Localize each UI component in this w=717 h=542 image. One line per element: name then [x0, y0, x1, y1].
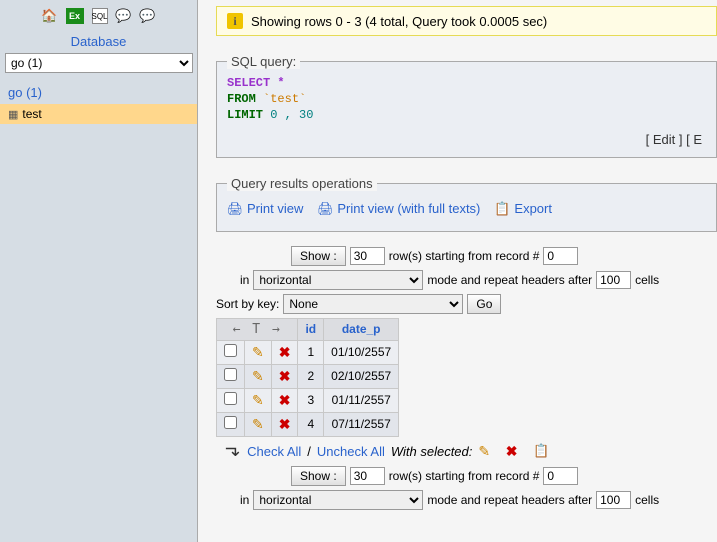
show-button-bottom[interactable]: Show : [291, 466, 346, 486]
arrow-up-icon: ↳ [223, 444, 244, 459]
row-checkbox[interactable] [224, 368, 237, 381]
col-date[interactable]: date_p [324, 318, 399, 340]
main-content: i Showing rows 0 - 3 (4 total, Query too… [198, 0, 717, 542]
row-checkbox[interactable] [224, 416, 237, 429]
with-selected-label: With selected: [391, 444, 473, 459]
start-record-input-bottom[interactable] [543, 467, 578, 485]
mode-select-bottom[interactable]: horizontal [253, 490, 423, 510]
delete-row-icon[interactable]: ✖ [279, 392, 291, 408]
row-checkbox[interactable] [224, 392, 237, 405]
cell-id: 4 [298, 412, 324, 436]
cell-id: 2 [298, 364, 324, 388]
controls-bottom: Show : row(s) starting from record # in … [216, 466, 717, 510]
sql-query-box: SQL query: SELECT * FROM `test` LIMIT 0 … [216, 54, 717, 158]
cell-date: 01/10/2557 [324, 340, 399, 364]
cell-date: 02/10/2557 [324, 364, 399, 388]
query-icon[interactable]: 💬 [116, 8, 132, 24]
ops-legend: Query results operations [227, 176, 377, 191]
info-icon: i [227, 13, 243, 29]
notice-text: Showing rows 0 - 3 (4 total, Query took … [251, 14, 547, 29]
database-select[interactable]: go (1) [5, 53, 193, 73]
sql-icon[interactable]: SQL [92, 8, 108, 24]
print-icon: 🖨 [227, 201, 243, 217]
sidebar: 🏠 Ex SQL 💬 💬 Database go (1) go (1) ▦ te… [0, 0, 198, 542]
delete-selected-icon[interactable]: ✖ [506, 443, 518, 460]
sql-text: SELECT * FROM `test` LIMIT 0 , 30 [227, 75, 706, 124]
repeat-input[interactable] [596, 271, 631, 289]
table-row: ✎ ✖ 301/11/2557 [217, 388, 399, 412]
query-ops-box: Query results operations 🖨 Print view 🖨 … [216, 176, 717, 232]
start-record-input[interactable] [543, 247, 578, 265]
uncheck-all-link[interactable]: Uncheck All [317, 444, 385, 459]
sort-select[interactable]: None [283, 294, 463, 314]
rows-label: row(s) starting from record # [389, 249, 540, 263]
table-row: ✎ ✖ 407/11/2557 [217, 412, 399, 436]
delete-row-icon[interactable]: ✖ [279, 416, 291, 432]
sql-legend: SQL query: [227, 54, 300, 69]
database-label: Database [0, 32, 197, 51]
cell-date: 07/11/2557 [324, 412, 399, 436]
edit-link[interactable]: Edit [653, 132, 675, 147]
row-checkbox[interactable] [224, 344, 237, 357]
show-rows-input[interactable] [350, 247, 385, 265]
print-view-link[interactable]: 🖨 Print view [227, 201, 303, 217]
edit-row: [ Edit ] [ E [227, 124, 706, 147]
query-sql-icon[interactable]: 💬 [140, 8, 156, 24]
export-link[interactable]: 📋 Export [494, 201, 552, 217]
export-selected-icon[interactable]: 📋 [533, 443, 549, 459]
show-button[interactable]: Show : [291, 246, 346, 266]
database-link[interactable]: go (1) [0, 81, 197, 104]
home-icon[interactable]: 🏠 [42, 8, 58, 24]
repeat-label: mode and repeat headers after [427, 273, 592, 287]
edit-selected-icon[interactable]: ✎ [478, 443, 490, 460]
edit-row-icon[interactable]: ✎ [252, 392, 264, 408]
table-icon: ▦ [8, 108, 18, 121]
check-row: ↳ Check All / Uncheck All With selected:… [216, 437, 717, 466]
notice-bar: i Showing rows 0 - 3 (4 total, Query too… [216, 6, 717, 36]
cell-id: 1 [298, 340, 324, 364]
repeat-input-bottom[interactable] [596, 491, 631, 509]
table-row: ✎ ✖ 101/10/2557 [217, 340, 399, 364]
col-id[interactable]: id [298, 318, 324, 340]
sort-label: Sort by key: [216, 297, 279, 311]
results-table: ← T → id date_p ✎ ✖ 101/10/2557 ✎ ✖ 202/10/25… [216, 318, 399, 437]
delete-row-icon[interactable]: ✖ [279, 344, 291, 360]
go-button[interactable]: Go [467, 294, 501, 314]
edit-row-icon[interactable]: ✎ [252, 416, 264, 432]
table-name: test [22, 107, 41, 121]
arrow-header: ← T → [233, 322, 282, 337]
edit-row-icon[interactable]: ✎ [252, 344, 264, 360]
check-all-link[interactable]: Check All [247, 444, 301, 459]
table-link[interactable]: ▦ test [0, 104, 197, 124]
table-row: ✎ ✖ 202/10/2557 [217, 364, 399, 388]
nav-icons: 🏠 Ex SQL 💬 💬 [0, 0, 197, 32]
mode-select[interactable]: horizontal [253, 270, 423, 290]
delete-row-icon[interactable]: ✖ [279, 368, 291, 384]
print-full-link[interactable]: 🖨 Print view (with full texts) [317, 201, 480, 217]
export-icon: 📋 [494, 201, 510, 217]
show-rows-input-bottom[interactable] [350, 467, 385, 485]
edit-row-icon[interactable]: ✎ [252, 368, 264, 384]
cells-label: cells [635, 273, 659, 287]
cell-id: 3 [298, 388, 324, 412]
cell-date: 01/11/2557 [324, 388, 399, 412]
print-icon: 🖨 [317, 201, 333, 217]
controls-top: Show : row(s) starting from record # in … [216, 246, 717, 314]
in-label: in [240, 273, 249, 287]
exit-icon[interactable]: Ex [66, 8, 84, 24]
